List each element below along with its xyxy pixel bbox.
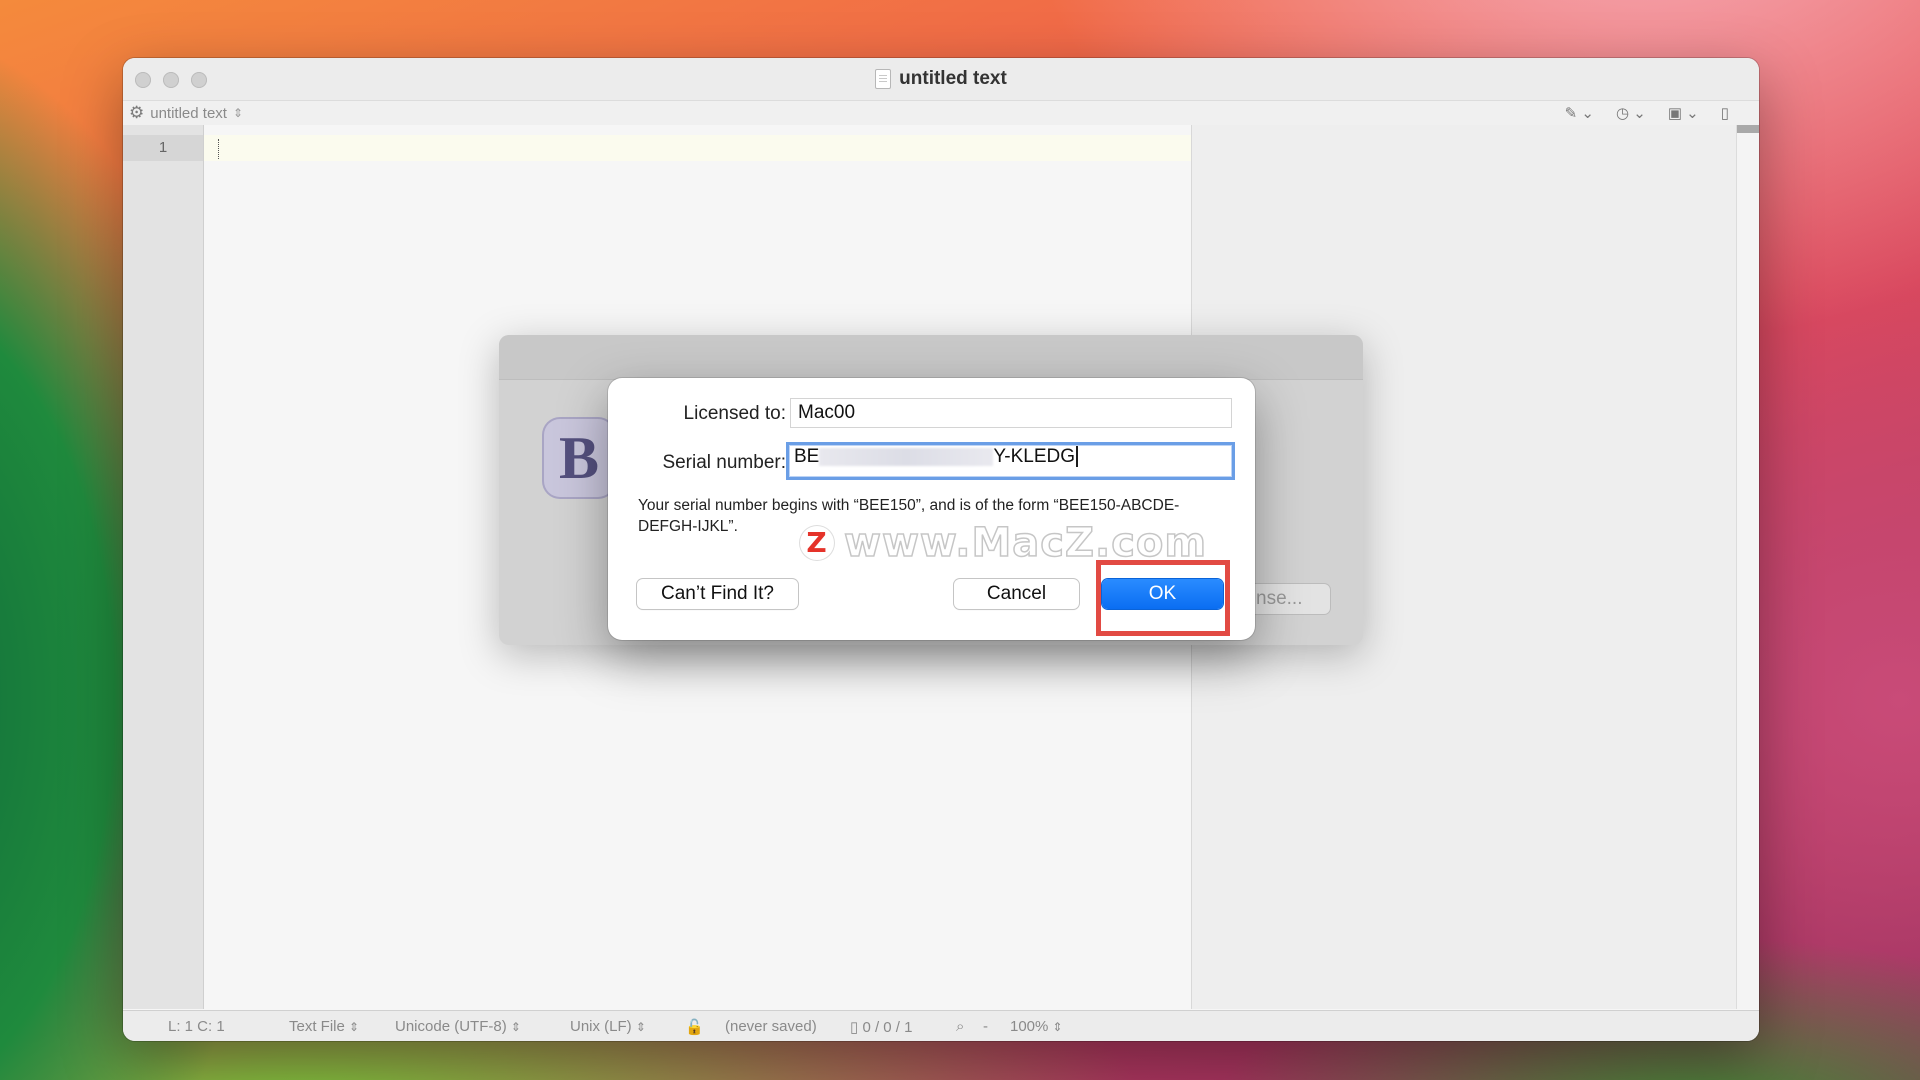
line-endings-label: Unix (LF) bbox=[570, 1018, 632, 1035]
updown-chevron-icon: ⇕ bbox=[349, 1020, 360, 1034]
ok-highlight-annotation bbox=[1096, 560, 1230, 636]
watermark-logo: Z bbox=[800, 526, 834, 560]
zoom-out[interactable]: - bbox=[983, 1018, 988, 1035]
save-status: (never saved) bbox=[725, 1018, 817, 1035]
sheet-header bbox=[499, 335, 1363, 380]
encoding-menu[interactable]: Unicode (UTF-8) ⇕ bbox=[395, 1018, 521, 1035]
magnifier-icon[interactable]: ⌕ bbox=[956, 1018, 964, 1035]
doc-stats-icon: ▯ bbox=[850, 1019, 859, 1036]
serial-suffix: Y-KLEDG bbox=[993, 446, 1076, 467]
doc-icon[interactable]: ▯ bbox=[1721, 104, 1729, 122]
licensed-to-label: Licensed to: bbox=[683, 403, 786, 424]
zoom-menu[interactable]: 100% ⇕ bbox=[1010, 1018, 1063, 1035]
line-endings-menu[interactable]: Unix (LF) ⇕ bbox=[570, 1018, 646, 1035]
title-bar: untitled text bbox=[123, 58, 1759, 100]
windows-icon[interactable]: ▣ ⌄ bbox=[1668, 104, 1699, 122]
file-type-label: Text File bbox=[289, 1018, 345, 1035]
zoom-button[interactable] bbox=[191, 72, 207, 88]
clock-icon[interactable]: ◷ ⌄ bbox=[1616, 104, 1646, 122]
document-icon bbox=[875, 69, 892, 89]
line-gutter: 1 bbox=[123, 125, 204, 1009]
redacted-serial bbox=[819, 447, 994, 466]
title-wrap: untitled text bbox=[875, 68, 1007, 90]
encoding-label: Unicode (UTF-8) bbox=[395, 1018, 507, 1035]
document-counts: 0 / 0 / 1 bbox=[862, 1019, 913, 1036]
navigation-bar: ⚙ untitled text ⇕ ✎ ⌄ ◷ ⌄ ▣ ⌄ ▯ bbox=[123, 100, 1759, 126]
serial-number-field[interactable]: BE Y-KLEDG bbox=[786, 442, 1235, 480]
close-button[interactable] bbox=[135, 72, 151, 88]
updown-chevron-icon: ⇕ bbox=[635, 1020, 646, 1034]
gear-icon[interactable]: ⚙ bbox=[129, 103, 144, 123]
input-caret bbox=[1076, 446, 1079, 468]
updown-chevron-icon: ⇕ bbox=[1052, 1020, 1063, 1034]
lock-icon[interactable]: 🔓 bbox=[685, 1018, 704, 1036]
document-stats: ▯ 0 / 0 / 1 bbox=[850, 1018, 912, 1036]
updown-chevron-icon: ⇕ bbox=[232, 106, 244, 120]
licensed-to-field[interactable]: Mac00 bbox=[790, 398, 1232, 428]
file-type-menu[interactable]: Text File ⇕ bbox=[289, 1018, 359, 1035]
window-title: untitled text bbox=[899, 68, 1007, 89]
cursor-position[interactable]: L: 1 C: 1 bbox=[168, 1018, 225, 1035]
vertical-scrollbar[interactable] bbox=[1736, 125, 1759, 1009]
text-caret bbox=[218, 139, 220, 159]
minimize-button[interactable] bbox=[163, 72, 179, 88]
serial-prefix: BE bbox=[794, 446, 820, 467]
bbedit-logo: B bbox=[542, 417, 616, 499]
pin-icon[interactable]: ✎ ⌄ bbox=[1565, 104, 1594, 122]
licensed-to-value: Mac00 bbox=[798, 402, 856, 423]
watermark-text: www.MacZ.com bbox=[843, 519, 1208, 567]
zoom-level: 100% bbox=[1010, 1018, 1049, 1035]
status-bar: L: 1 C: 1 Text File ⇕ Unicode (UTF-8) ⇕ … bbox=[123, 1010, 1759, 1041]
line-number: 1 bbox=[123, 135, 203, 161]
serial-number-label: Serial number: bbox=[662, 452, 786, 473]
cancel-button[interactable]: Cancel bbox=[954, 579, 1079, 609]
watermark: Z www.MacZ.com bbox=[800, 519, 1208, 567]
cant-find-it-button[interactable]: Can’t Find It? bbox=[637, 579, 798, 609]
traffic-lights bbox=[135, 72, 207, 88]
updown-chevron-icon: ⇕ bbox=[510, 1020, 521, 1034]
document-menu[interactable]: untitled text bbox=[150, 105, 227, 122]
nav-tools: ✎ ⌄ ◷ ⌄ ▣ ⌄ ▯ bbox=[1565, 101, 1729, 125]
